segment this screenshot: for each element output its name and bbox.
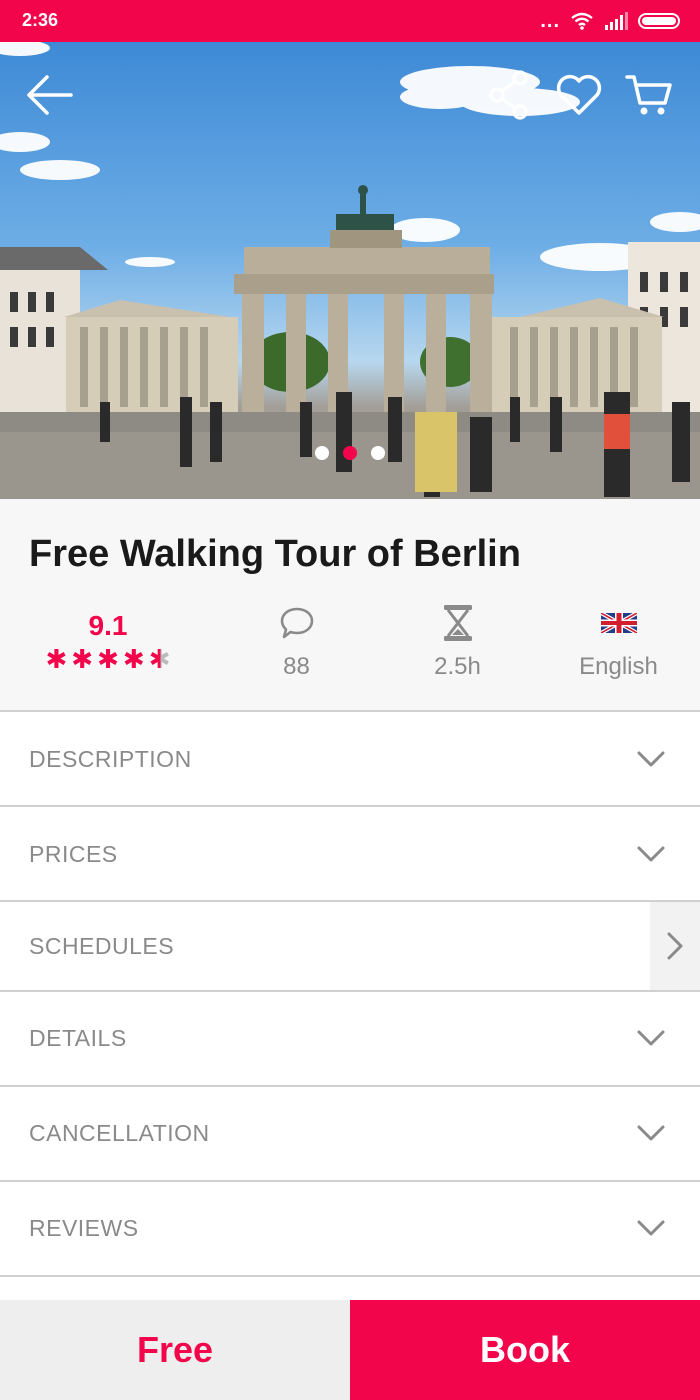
status-icons: ... (540, 9, 680, 33)
cart-icon (625, 75, 672, 115)
duration-value: 2.5h (434, 653, 481, 680)
reviews-stat[interactable]: 88 (216, 603, 377, 681)
schedules-arrow[interactable] (650, 902, 700, 990)
tour-info: Free Walking Tour of Berlin 9.1 ✱ ✱ ✱ ✱ … (0, 499, 700, 710)
carousel-dot[interactable] (315, 446, 329, 460)
back-arrow-icon (27, 75, 73, 115)
language-value: English (579, 653, 658, 680)
section-description[interactable]: DESCRIPTION (0, 710, 700, 805)
carousel-dot[interactable] (371, 446, 385, 460)
language-stat: English (538, 603, 699, 681)
section-schedules[interactable]: SCHEDULES (0, 900, 700, 990)
comment-icon (280, 607, 313, 639)
hero-image[interactable] (0, 42, 700, 499)
hourglass-icon (443, 605, 472, 641)
rating-stat[interactable]: 9.1 ✱ ✱ ✱ ✱ ✱ (0, 603, 216, 681)
duration-stat: 2.5h (377, 603, 538, 681)
half-star-icon: ✱ (148, 644, 171, 674)
share-button[interactable] (482, 68, 536, 122)
share-icon (489, 70, 528, 120)
section-label: DETAILS (29, 1025, 127, 1051)
signal-icon (605, 12, 628, 30)
section-label: PRICES (29, 841, 118, 867)
chevron-down-icon (637, 846, 665, 862)
rating-value: 9.1 (88, 610, 128, 641)
section-reviews[interactable]: REVIEWS (0, 1180, 700, 1275)
section-label: DESCRIPTION (29, 746, 192, 772)
section-label: SCHEDULES (29, 933, 175, 959)
cart-button[interactable] (622, 68, 676, 122)
price-label: Free (0, 1300, 350, 1400)
section-cancellation[interactable]: CANCELLATION (0, 1085, 700, 1180)
status-time: 2:36 (22, 10, 59, 30)
tour-title: Free Walking Tour of Berlin (29, 533, 521, 575)
notification-dots: ... (540, 10, 560, 32)
book-button[interactable]: Book (350, 1300, 700, 1400)
chevron-down-icon (637, 1220, 665, 1236)
section-label: CANCELLATION (29, 1120, 210, 1146)
carousel-indicator (0, 446, 700, 460)
battery-icon (638, 13, 680, 29)
detail-sections: DESCRIPTION PRICES SCHEDULES DETAILS CAN… (0, 710, 700, 1305)
carousel-dot-active[interactable] (343, 446, 357, 460)
favorite-button[interactable] (552, 68, 606, 122)
chevron-down-icon (637, 751, 665, 767)
star-icon: ✱ (71, 644, 94, 674)
section-label: REVIEWS (29, 1215, 139, 1241)
chevron-down-icon (637, 1125, 665, 1141)
status-bar: 2:36 ... (0, 0, 700, 42)
wifi-icon (571, 12, 593, 30)
star-icon: ✱ (97, 644, 119, 674)
uk-flag-icon (600, 613, 637, 633)
tour-stats: 9.1 ✱ ✱ ✱ ✱ ✱ 88 2.5h English (0, 603, 700, 681)
chevron-right-icon (667, 932, 683, 960)
chevron-down-icon (637, 1030, 665, 1046)
rating-stars: ✱ ✱ ✱ ✱ ✱ (45, 644, 171, 674)
star-icon: ✱ (45, 644, 68, 674)
star-icon: ✱ (122, 644, 145, 674)
section-details[interactable]: DETAILS (0, 990, 700, 1085)
heart-icon (556, 74, 602, 115)
bottom-action-bar: Free Book (0, 1300, 700, 1400)
reviews-count: 88 (283, 653, 310, 680)
back-button[interactable] (22, 68, 76, 122)
section-prices[interactable]: PRICES (0, 805, 700, 900)
